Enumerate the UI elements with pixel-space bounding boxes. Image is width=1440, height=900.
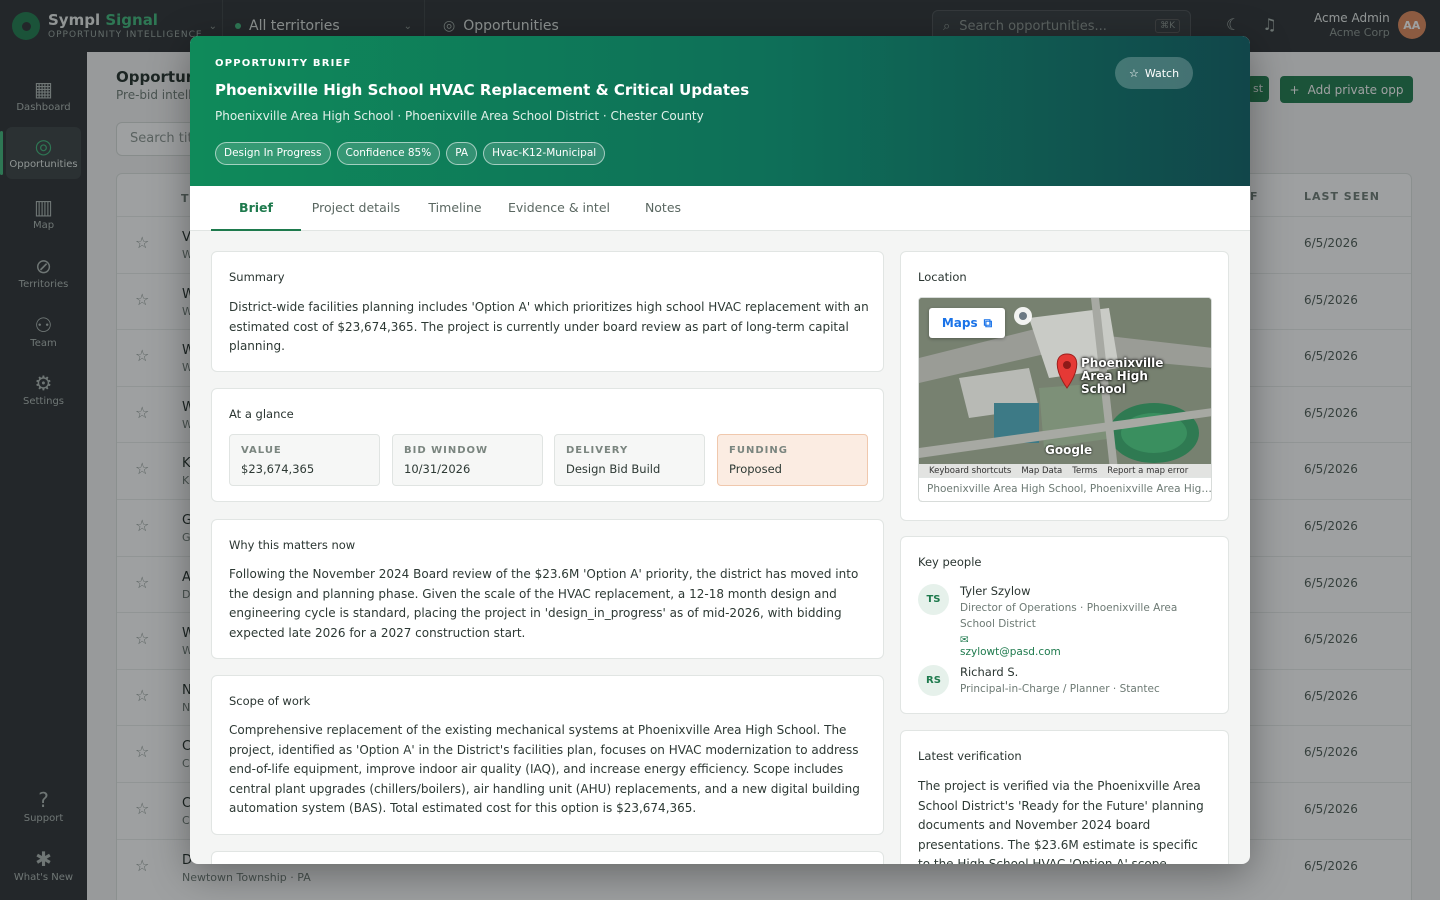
person-name: Tyler Szylow <box>960 584 1031 598</box>
stat-value: $23,674,365 <box>241 462 315 476</box>
funding-stat: FUNDING Proposed <box>717 434 868 486</box>
brief-subtitle: Phoenixville Area High School · Phoenixv… <box>215 109 704 123</box>
person-role: Principal-in-Charge / Planner · Stantec <box>960 683 1160 695</box>
verification-text: The project is verified via the Phoenixv… <box>918 779 1204 864</box>
map-link[interactable]: Terms <box>1072 466 1097 476</box>
tab-evidence-intel[interactable]: Evidence & intel <box>503 186 615 231</box>
watch-button[interactable]: ☆ Watch <box>1115 57 1193 89</box>
google-logo: Google <box>1045 443 1093 457</box>
scope-card: Scope of work Comprehensive replacement … <box>211 675 884 835</box>
avatar: TS <box>918 584 949 615</box>
delivery-stat: DELIVERY Design Bid Build <box>554 434 705 486</box>
maps-label: Maps <box>941 316 978 330</box>
status-badge: Design In Progress <box>215 142 331 165</box>
avatar: RS <box>918 665 949 696</box>
category-badge: Hvac-K12-Municipal <box>483 142 606 165</box>
confidence-badge: Confidence 85% <box>336 142 441 165</box>
brief-title: Phoenixville High School HVAC Replacemen… <box>215 81 750 99</box>
tab-brief[interactable]: Brief <box>211 186 301 231</box>
map-attribution: Keyboard shortcuts Map Data Terms Report… <box>919 464 1211 478</box>
stat-value: 10/31/2026 <box>404 462 471 476</box>
stat-label: VALUE <box>241 445 282 456</box>
tab-notes[interactable]: Notes <box>634 186 692 231</box>
brief-tags: Design In Progress Confidence 85% PA Hva… <box>215 142 606 165</box>
mail-icon: ✉ <box>960 634 969 646</box>
why-now-text: Following the November 2024 Board review… <box>229 567 859 640</box>
map-link[interactable]: Keyboard shortcuts <box>929 466 1011 476</box>
summary-text: District-wide facilities planning includ… <box>229 300 869 353</box>
location-title: Location <box>918 270 967 284</box>
scope-text: Comprehensive replacement of the existin… <box>229 723 860 815</box>
person-name: Richard S. <box>960 665 1019 679</box>
tab-project-details[interactable]: Project details <box>305 186 407 231</box>
email-text: szylowt@pasd.com <box>960 646 1061 658</box>
stat-value: Proposed <box>729 462 782 476</box>
at-a-glance-card: At a glance VALUE $23,674,365 BID WINDOW… <box>211 388 884 502</box>
summary-card: Summary District-wide facilities plannin… <box>211 251 884 372</box>
map-place-label: Phoenixville Area High School <box>1081 356 1164 396</box>
map-link[interactable]: Report a map error <box>1107 466 1188 476</box>
open-in-maps-button[interactable]: Maps ⧉ <box>929 308 1005 338</box>
why-now-title: Why this matters now <box>229 538 356 552</box>
stat-label: DELIVERY <box>566 445 629 456</box>
person-email-link[interactable]: ✉ szylowt@pasd.com <box>960 634 1061 658</box>
brief-header: OPPORTUNITY BRIEF Phoenixville High Scho… <box>190 36 1250 186</box>
map-link[interactable]: Map Data <box>1021 466 1062 476</box>
key-people-title: Key people <box>918 555 982 569</box>
at-a-glance-title: At a glance <box>229 407 294 421</box>
location-card: Location Maps ⧉ Phoenixville Area High S… <box>900 251 1229 521</box>
summary-title: Summary <box>229 270 285 284</box>
why-now-card: Why this matters now Following the Novem… <box>211 519 884 659</box>
watch-label: Watch <box>1144 66 1180 80</box>
stat-label: FUNDING <box>729 445 788 456</box>
verification-card: Latest verification The project is verif… <box>900 730 1229 864</box>
scope-title: Scope of work <box>229 694 311 708</box>
location-map[interactable]: Maps ⧉ Phoenixville Area High School Goo… <box>918 297 1212 502</box>
key-people-card: Key people TS Tyler Szylow Director of O… <box>900 536 1229 714</box>
opportunity-brief-modal: OPPORTUNITY BRIEF Phoenixville High Scho… <box>190 36 1250 864</box>
value-stat: VALUE $23,674,365 <box>229 434 380 486</box>
stat-label: BID WINDOW <box>404 445 489 456</box>
state-badge: PA <box>446 142 478 165</box>
next-card <box>211 851 884 864</box>
tab-timeline[interactable]: Timeline <box>420 186 490 231</box>
external-link-icon: ⧉ <box>983 315 993 330</box>
verification-title: Latest verification <box>918 749 1022 763</box>
bid-window-stat: BID WINDOW 10/31/2026 <box>392 434 543 486</box>
stat-value: Design Bid Build <box>566 462 661 476</box>
brief-tabs: Brief Project details Timeline Evidence … <box>190 186 1250 231</box>
star-icon: ☆ <box>1128 66 1139 80</box>
map-address-caption: Phoenixville Area High School, Phoenixvi… <box>919 477 1211 501</box>
brief-eyebrow: OPPORTUNITY BRIEF <box>215 58 352 69</box>
person-role: Director of Operations · Phoenixville Ar… <box>960 602 1178 630</box>
